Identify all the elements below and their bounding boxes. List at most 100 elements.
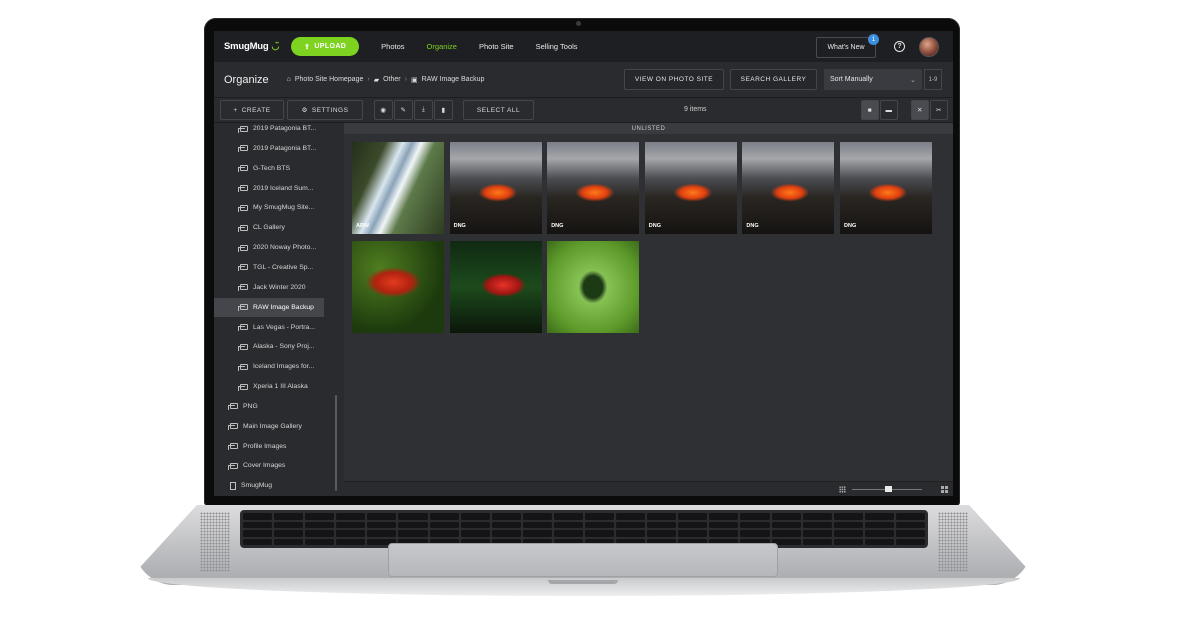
keyboard-key [460,513,490,520]
chevron-right-icon: › [367,76,370,83]
photo-thumbnail[interactable]: DNG [449,142,542,234]
large-grid-icon[interactable] [941,486,948,493]
upload-button[interactable]: ⇪ UPLOAD [291,37,360,56]
sidebar-item-label: My SmugMug Site... [253,204,315,212]
keyboard-key [771,513,801,520]
sidebar-item[interactable]: 2019 Patagonia BT... [214,139,324,158]
touchpad [388,543,778,577]
keyboard-key [398,530,428,537]
detail-view-button[interactable]: ▬ [880,100,898,120]
search-gallery-button[interactable]: SEARCH GALLERY [730,69,817,90]
settings-button[interactable]: ⚙ SETTINGS [287,100,363,120]
gallery-icon [238,363,248,371]
select-all-button[interactable]: SELECT ALL [463,100,534,120]
sidebar-item[interactable]: Iceland Images for... [214,357,324,376]
keyboard-key [336,530,366,537]
sidebar-item-label: PNG [243,402,258,410]
keyboard-key [802,538,832,545]
photo-thumbnail[interactable]: DNG [840,142,932,234]
upload-icon: ⇪ [304,43,311,51]
keyboard-key [833,513,863,520]
keyboard-key [895,521,925,528]
photo-thumbnail[interactable]: DNG [742,142,835,234]
sidebar-scrollbar[interactable] [335,395,337,491]
sidebar-item-label: TGL - Creative Sp... [253,263,314,271]
keyboard-key [709,530,739,537]
keyboard-key [864,513,894,520]
download-button[interactable]: ⤓ [414,100,433,120]
sidebar-item[interactable]: Xperia 1 III Alaska [214,377,324,396]
breadcrumb-home[interactable]: Photo Site Homepage [295,76,364,83]
photo-thumbnail[interactable] [547,241,640,333]
gallery-icon [228,403,238,411]
detail-icon: ▬ [885,106,893,114]
keyboard-key [864,530,894,537]
breadcrumb-current[interactable]: RAW Image Backup [422,76,485,83]
sidebar-item[interactable]: RAW Image Backup [214,297,324,317]
keyboard-key [522,513,552,520]
slider-handle[interactable] [885,486,892,492]
square-icon: ■ [867,106,873,114]
sidebar-item[interactable]: TGL - Creative Sp... [214,258,324,277]
avatar[interactable] [919,37,939,57]
sidebar-item[interactable]: 2019 Iceland Sum... [214,179,324,198]
sidebar-item[interactable]: 2019 Patagonia BT... [214,123,324,138]
page-title: Organize [224,73,269,86]
whats-new-badge: 1 [868,34,879,45]
keyboard-key [833,530,863,537]
sidebar-item[interactable]: G-Tech BTS [214,159,324,178]
sidebar-item[interactable]: Alaska - Sony Proj... [214,337,324,356]
sidebar-item[interactable]: My SmugMug Site... [214,198,324,217]
grid-view-button[interactable]: ■ [861,100,879,120]
view-on-photo-site-button[interactable]: VIEW ON PHOTO SITE [624,69,724,90]
sidebar-item[interactable]: Profile Images [214,437,324,456]
photo-thumbnail[interactable]: DNG [547,142,640,234]
photo-thumbnail[interactable] [352,241,444,333]
delete-button[interactable]: ▮ [434,100,453,120]
sidebar-item[interactable]: 2020 Noway Photo... [214,238,324,257]
sidebar-item-label: CL Gallery [253,224,285,232]
keyboard-key [460,530,490,537]
sidebar: 2019 Patagonia BT... 2019 Patagonia BT...… [214,123,344,496]
nav-selling-tools[interactable]: Selling Tools [536,42,578,51]
sidebar-item-label: Iceland Images for... [253,363,315,371]
edit-tools-button[interactable]: ✎ [394,100,413,120]
nav-photos[interactable]: Photos [381,42,404,51]
keyboard-key [274,538,304,545]
sidebar-item-label: Alaska - Sony Proj... [253,343,315,351]
sidebar-item[interactable]: Cover Images [214,456,324,475]
close-panel-button[interactable]: ✕ [911,100,929,120]
small-grid-icon[interactable] [839,486,846,493]
sidebar-item[interactable]: Las Vegas - Portra... [214,318,324,337]
keyboard-key [740,513,770,520]
keyboard-key [429,521,459,528]
keyboard-key [647,530,677,537]
whats-new-button[interactable]: What's New [816,37,876,58]
keyboard-key [740,521,770,528]
sidebar-item[interactable]: PNG [214,397,324,416]
breadcrumb-other[interactable]: Other [383,76,401,83]
visibility-button[interactable]: ◉ [374,100,393,120]
file-format-label: ARW [356,223,370,229]
help-icon[interactable]: ? [894,41,905,52]
sidebar-item[interactable]: SmugMug [214,476,324,495]
collapse-button[interactable]: ✂ [930,100,948,120]
keyboard-key [336,513,366,520]
laptop-stage: SmugMug ◡̈ ⇪ UPLOAD Photos Organize Phot… [0,0,1200,630]
sidebar-item[interactable]: Jack Winter 2020 [214,278,324,297]
sort-select[interactable]: Sort Manually ⌄ [824,69,922,90]
sidebar-item[interactable]: Main Image Gallery [214,417,324,436]
photo-thumbnail[interactable]: ARW [352,142,444,234]
plus-icon: + [233,106,238,114]
photo-thumbnail[interactable]: DNG [644,142,737,234]
sidebar-item[interactable]: CL Gallery [214,218,324,237]
photo-thumbnail[interactable] [449,241,542,333]
nav-photo-site[interactable]: Photo Site [479,42,514,51]
sidebar-item-label: Profile Images [243,442,287,450]
smugmug-logo[interactable]: SmugMug ◡̈ [224,41,279,52]
nav-organize[interactable]: Organize [427,42,457,51]
sidebar-item-label: G-Tech BTS [253,164,291,172]
create-button[interactable]: + CREATE [220,100,284,120]
keyboard-key [833,521,863,528]
gallery-footer [344,481,953,496]
